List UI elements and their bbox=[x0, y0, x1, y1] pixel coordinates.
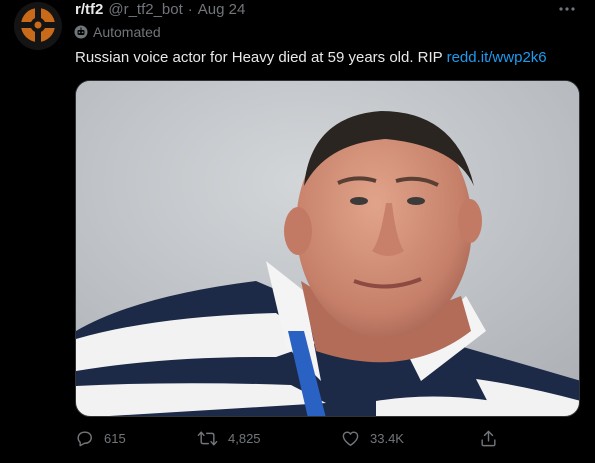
avatar[interactable] bbox=[14, 2, 62, 50]
separator: · bbox=[187, 1, 193, 18]
tweet-text: Russian voice actor for Heavy died at 59… bbox=[75, 48, 547, 68]
heart-icon bbox=[342, 430, 359, 446]
automated-label: Automated bbox=[93, 24, 161, 40]
reply-icon bbox=[77, 430, 92, 446]
retweet-button[interactable]: 4,825 bbox=[197, 427, 261, 449]
like-button[interactable]: 33.4K bbox=[341, 427, 404, 449]
tweet-date[interactable]: Aug 24 bbox=[198, 1, 246, 18]
tweet-header: r/tf2 @r_tf2_bot · Aug 24 bbox=[75, 1, 245, 18]
tweet-body: Russian voice actor for Heavy died at 59… bbox=[75, 49, 443, 66]
more-icon bbox=[559, 7, 575, 11]
reply-count: 615 bbox=[104, 430, 126, 446]
tweet-actions: 615 4,825 33.4K bbox=[75, 427, 505, 449]
automated-badge: Automated bbox=[74, 24, 161, 40]
retweet-count: 4,825 bbox=[228, 430, 261, 446]
bot-icon bbox=[74, 25, 88, 39]
reply-button[interactable]: 615 bbox=[75, 427, 126, 449]
tweet[interactable]: r/tf2 @r_tf2_bot · Aug 24 Automated Russ… bbox=[0, 0, 595, 463]
tweet-link[interactable]: redd.it/wwp2k6 bbox=[447, 49, 547, 66]
like-count: 33.4K bbox=[370, 430, 404, 446]
tf2-logo-icon bbox=[14, 2, 62, 50]
photo-image bbox=[76, 81, 579, 416]
share-button[interactable] bbox=[479, 427, 498, 449]
display-name[interactable]: r/tf2 bbox=[75, 1, 103, 18]
user-handle[interactable]: @r_tf2_bot bbox=[108, 1, 182, 18]
tweet-photo[interactable] bbox=[75, 80, 580, 417]
more-button[interactable] bbox=[555, 0, 579, 18]
share-icon bbox=[481, 430, 496, 446]
retweet-icon bbox=[197, 430, 218, 446]
